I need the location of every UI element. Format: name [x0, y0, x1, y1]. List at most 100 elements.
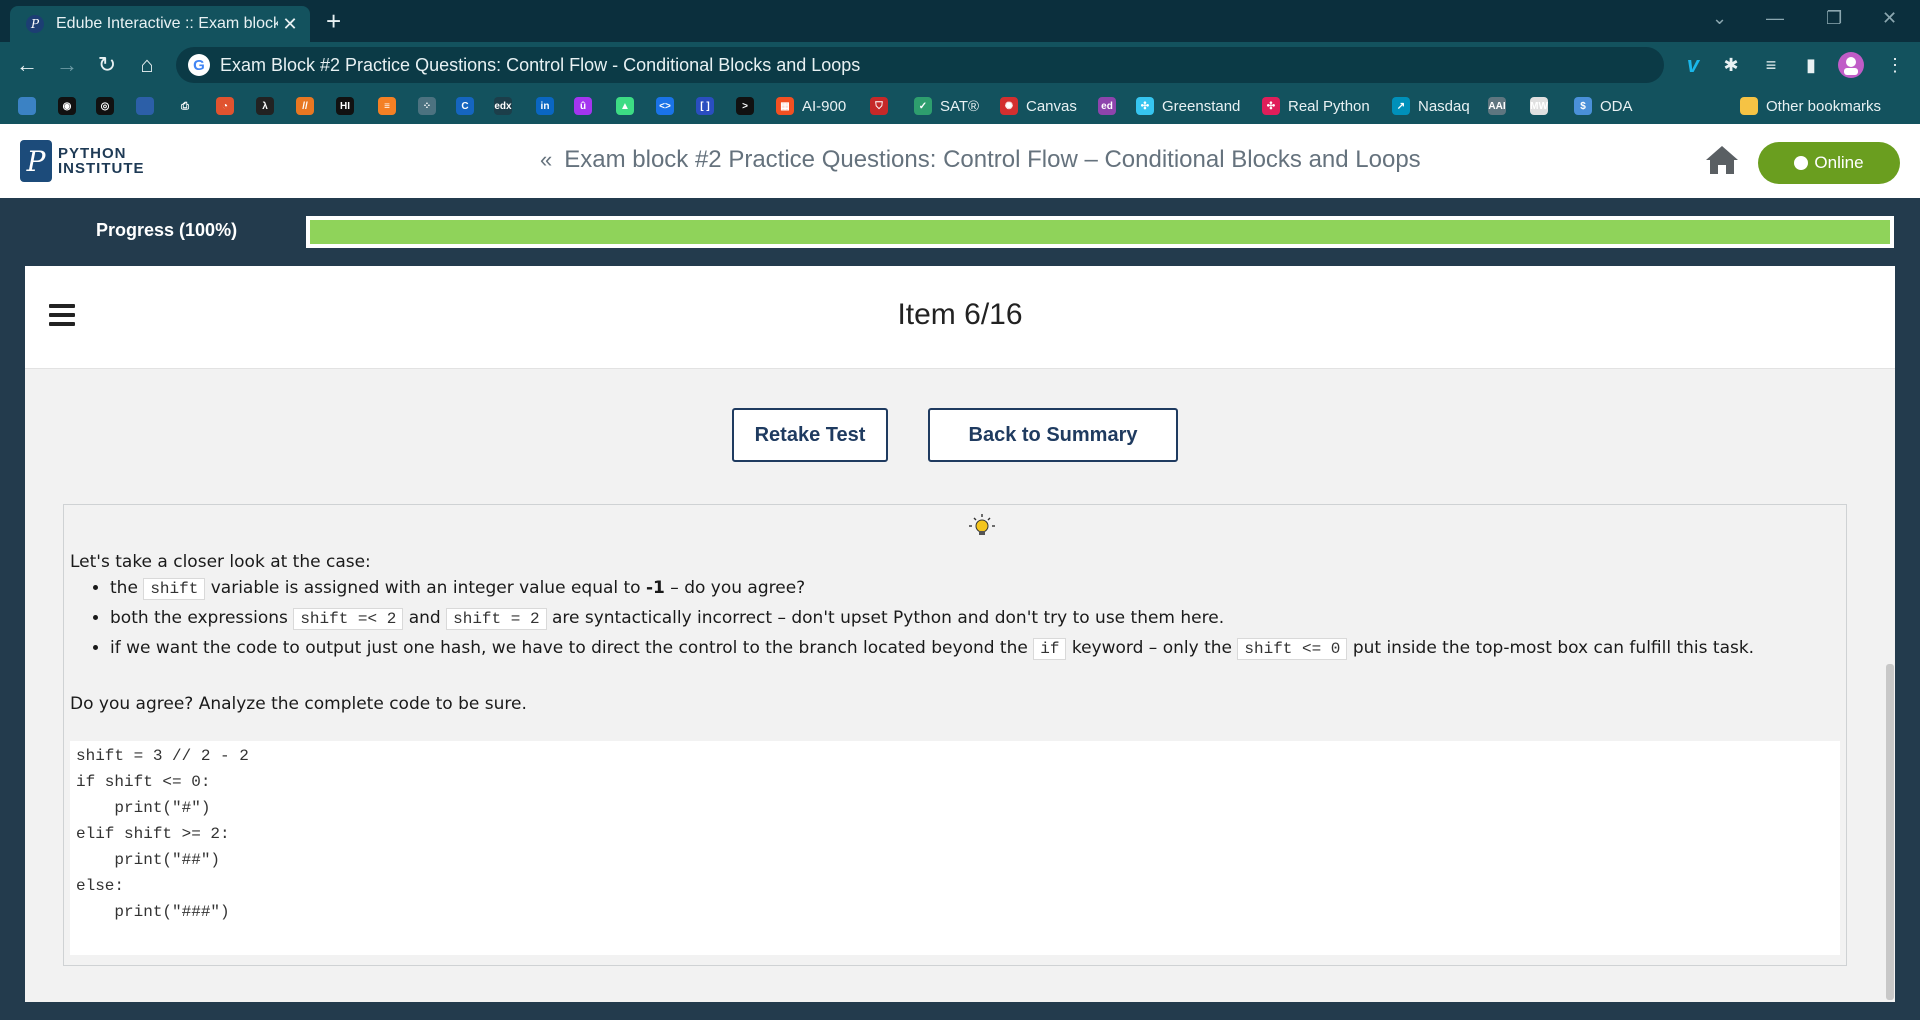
bookmark-label: SAT® [940, 97, 980, 115]
printer-icon: ⎙ [176, 97, 194, 115]
retake-test-button[interactable]: Retake Test [732, 408, 888, 462]
bookmark-label: Real Python [1288, 97, 1370, 115]
side-panel-icon[interactable]: ▮ [1796, 50, 1826, 80]
bookmark[interactable]: edx [494, 96, 512, 116]
media-queue-icon[interactable]: ≡ [1756, 50, 1786, 80]
bookmark-oda[interactable]: $ ODA [1574, 96, 1633, 116]
bookmark-canvas[interactable]: ✺ Canvas [1000, 96, 1077, 116]
bookmark[interactable]: ◉ [58, 96, 76, 116]
reload-icon[interactable]: ↻ [92, 50, 122, 80]
target-icon: ◎ [96, 97, 114, 115]
bookmark[interactable] [136, 96, 154, 116]
home-icon[interactable]: ⌂ [132, 50, 162, 80]
bookmark[interactable]: AAI [1488, 96, 1506, 116]
bookmark[interactable]: ▲ [616, 96, 634, 116]
bookmark[interactable]: ◔ [216, 96, 234, 116]
bookmarks-bar: Other bookmarks ◉ ◎ ⎙ ◔ λ // HI ≡ ⁘ Cedx in û ▲ <> [ ]… [0, 88, 1920, 124]
bookmark[interactable]: C [456, 96, 474, 116]
bookmark[interactable]: > [736, 96, 754, 116]
bookmark-nasdaq[interactable]: ↗ Nasdaq [1392, 96, 1470, 116]
code-line: print("##") [76, 851, 221, 869]
inline-code: shift =< 2 [293, 608, 404, 630]
inline-code: shift = 2 [446, 608, 547, 630]
google-icon: G [188, 54, 210, 76]
page-title-text: Exam block #2 Practice Questions: Contro… [564, 146, 1421, 173]
bookmark[interactable]: ⎙ [176, 96, 194, 116]
browser-menu-icon[interactable]: ⋮ [1880, 50, 1910, 80]
bookmark[interactable]: <> [656, 96, 674, 116]
progress-label: Progress (100%) [96, 220, 238, 240]
tab-close-icon[interactable]: ✕ [278, 14, 302, 35]
lightbulb-icon [968, 513, 996, 541]
online-dot-icon [1794, 156, 1809, 170]
tab-title: Edube Interactive :: Exam block #2 Pract… [56, 15, 278, 32]
restore-button[interactable]: ❐ [1826, 8, 1842, 29]
inline-code: if [1033, 638, 1067, 660]
bookmark-sat[interactable]: ✓ SAT® [914, 96, 979, 116]
code-icon: <> [656, 97, 674, 115]
bookmark[interactable]: ≡ [378, 96, 396, 116]
page-scrollbar[interactable] [1886, 664, 1894, 1000]
nasdaq-icon: ↗ [1392, 97, 1410, 115]
terminal-icon: > [736, 97, 754, 115]
explanation-intro: Let's take a closer look at the case: [70, 552, 371, 572]
code-line: if shift <= 0: [76, 773, 211, 791]
bookmark[interactable]: in [536, 96, 554, 116]
python-institute-logo[interactable]: P PYTHON INSTITUTE [20, 140, 145, 182]
browser-tab[interactable]: P Edube Interactive :: Exam block #2 Pra… [10, 6, 310, 42]
item-counter: Item 6/16 [897, 298, 1023, 331]
code-block: shift = 3 // 2 - 2 if shift <= 0: print(… [70, 741, 1840, 955]
stripes-icon: // [296, 97, 314, 115]
progress-fill [310, 220, 1890, 244]
bookmark-label: Canvas [1026, 97, 1077, 115]
minimize-button[interactable]: — [1766, 8, 1784, 29]
aai-icon: AAI [1488, 97, 1506, 115]
address-bar[interactable]: G Exam Block #2 Practice Questions: Cont… [176, 47, 1664, 83]
bookmark[interactable]: ◎ [96, 96, 114, 116]
other-bookmarks[interactable]: Other bookmarks [1740, 96, 1881, 116]
bookmark[interactable]: û [574, 96, 592, 116]
list-item: the shift variable is assigned with an i… [110, 573, 1754, 603]
back-arrow-icon[interactable]: ← [12, 50, 42, 80]
back-chevron-icon[interactable]: « [540, 147, 552, 172]
bookmark-greenstand[interactable]: ✣ Greenstand [1136, 96, 1240, 116]
forward-arrow-icon[interactable]: → [52, 50, 82, 80]
bookmark[interactable]: λ [256, 96, 274, 116]
bookmark-real-python[interactable]: ✣ Real Python [1262, 96, 1370, 116]
bookmark[interactable]: // [296, 96, 314, 116]
extensions-puzzle-icon[interactable]: ✱ [1716, 50, 1746, 80]
bookmark[interactable]: HI [336, 96, 354, 116]
bookmark[interactable]: MW [1530, 96, 1548, 116]
code-line: print("#") [76, 799, 211, 817]
new-tab-button[interactable]: + [326, 6, 341, 36]
close-window-button[interactable]: ✕ [1882, 8, 1897, 29]
bookmark-label: Nasdaq [1418, 97, 1470, 115]
microsoft-icon: ▦ [776, 97, 794, 115]
vimeo-extension-icon[interactable]: v [1678, 50, 1708, 80]
swirl-icon: ◔ [216, 97, 234, 115]
hackerrank-icon: HI [336, 97, 354, 115]
bookmark[interactable]: ⛉ [870, 96, 888, 116]
code-line: else: [76, 877, 125, 895]
bookmark-ai-900[interactable]: ▦ AI-900 [776, 96, 846, 116]
explanation-outro: Do you agree? Analyze the complete code … [70, 694, 527, 714]
bookmark[interactable]: ⁘ [418, 96, 436, 116]
home-icon[interactable] [1704, 144, 1740, 176]
browser-toolbar: ← → ↻ ⌂ G Exam Block #2 Practice Questio… [0, 42, 1920, 88]
code-line: print("###") [76, 903, 230, 921]
edube-favicon-icon: P [26, 15, 44, 33]
slack-icon: ✣ [1262, 97, 1280, 115]
address-text: Exam Block #2 Practice Questions: Contro… [220, 54, 861, 75]
back-to-summary-button[interactable]: Back to Summary [928, 408, 1178, 462]
tab-search-icon[interactable]: ⌄ [1712, 8, 1727, 29]
bookmark[interactable]: ed [1098, 96, 1116, 116]
bookmark[interactable] [18, 96, 36, 116]
edx-icon: edx [494, 97, 512, 115]
profile-avatar[interactable] [1836, 50, 1866, 80]
list-item: both the expressions shift =< 2 and shif… [110, 603, 1754, 633]
slack-icon: ✣ [1136, 97, 1154, 115]
github-icon: ◉ [58, 97, 76, 115]
code-line: elif shift >= 2: [76, 825, 230, 843]
bookmark[interactable]: [ ] [696, 96, 714, 116]
online-status-badge[interactable]: Online [1758, 142, 1900, 184]
